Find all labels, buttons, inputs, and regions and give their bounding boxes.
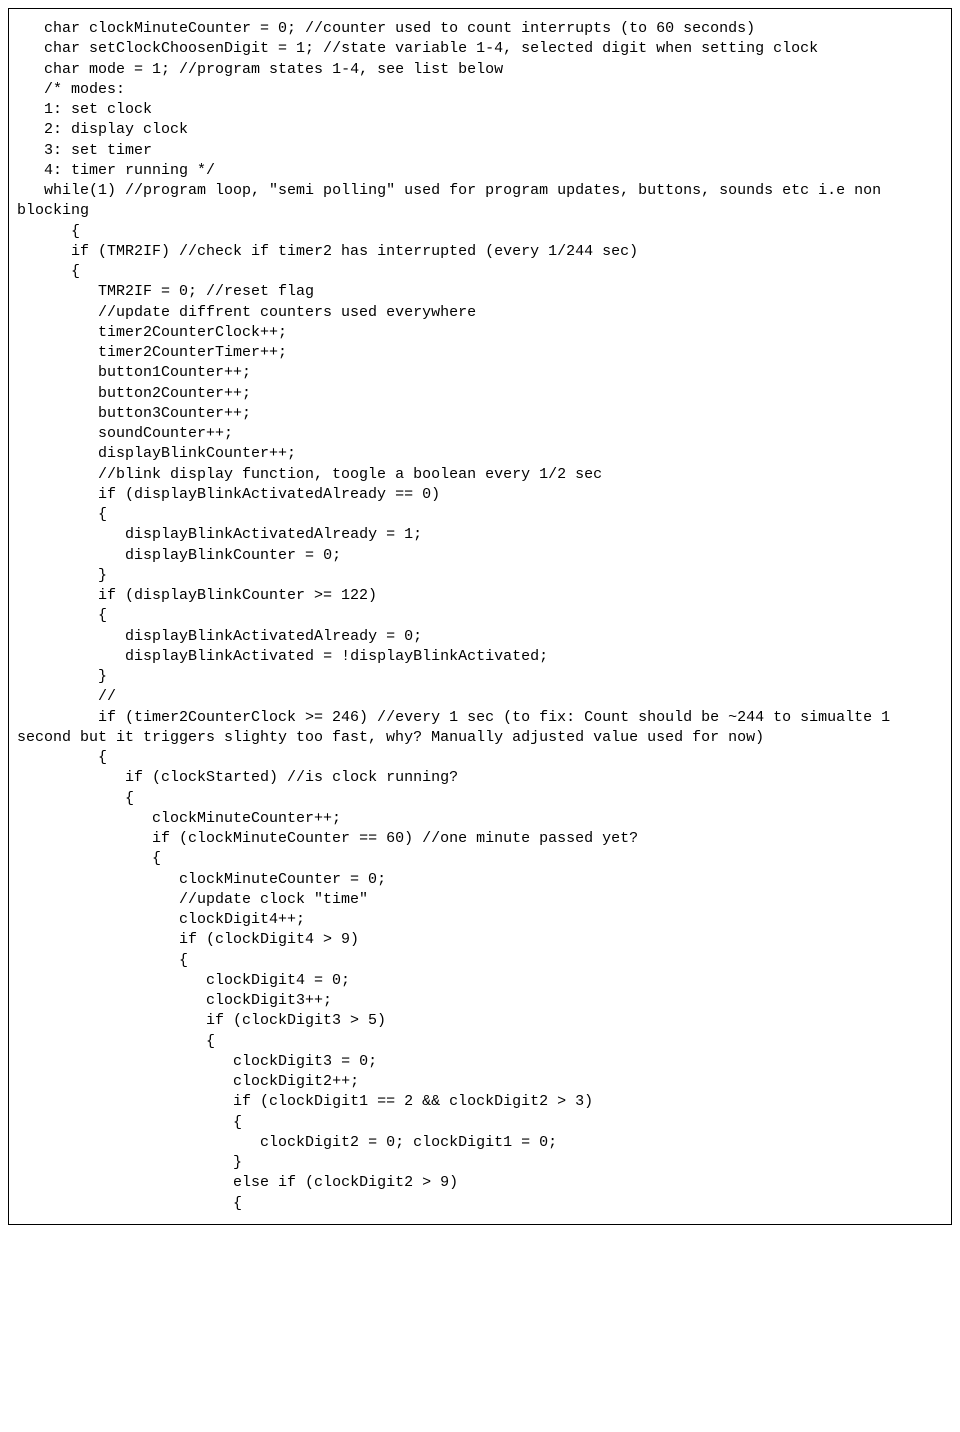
- code-line: char mode = 1; //program states 1-4, see…: [17, 60, 943, 80]
- code-line: {: [17, 849, 943, 869]
- code-line: /* modes:: [17, 80, 943, 100]
- code-line: {: [17, 1194, 943, 1214]
- code-line: 3: set timer: [17, 141, 943, 161]
- code-line: else if (clockDigit2 > 9): [17, 1173, 943, 1193]
- code-line: if (TMR2IF) //check if timer2 has interr…: [17, 242, 943, 262]
- code-line: clockDigit2++;: [17, 1072, 943, 1092]
- code-line: displayBlinkActivated = !displayBlinkAct…: [17, 647, 943, 667]
- code-line: {: [17, 262, 943, 282]
- code-line: //update clock "time": [17, 890, 943, 910]
- code-line: if (displayBlinkActivatedAlready == 0): [17, 485, 943, 505]
- code-line: button3Counter++;: [17, 404, 943, 424]
- code-line: if (clockDigit3 > 5): [17, 1011, 943, 1031]
- code-line: clockDigit4 = 0;: [17, 971, 943, 991]
- code-line: {: [17, 505, 943, 525]
- code-line: timer2CounterClock++;: [17, 323, 943, 343]
- code-line: if (clockDigit4 > 9): [17, 930, 943, 950]
- code-line: button2Counter++;: [17, 384, 943, 404]
- code-line: displayBlinkCounter = 0;: [17, 546, 943, 566]
- code-line: {: [17, 1113, 943, 1133]
- code-line: 4: timer running */: [17, 161, 943, 181]
- code-line: clockMinuteCounter++;: [17, 809, 943, 829]
- code-line: displayBlinkActivatedAlready = 0;: [17, 627, 943, 647]
- code-line: {: [17, 789, 943, 809]
- code-line: if (timer2CounterClock >= 246) //every 1…: [17, 708, 943, 749]
- code-line: timer2CounterTimer++;: [17, 343, 943, 363]
- code-line: }: [17, 1153, 943, 1173]
- code-line: soundCounter++;: [17, 424, 943, 444]
- code-line: 2: display clock: [17, 120, 943, 140]
- code-line: {: [17, 748, 943, 768]
- code-line: if (clockDigit1 == 2 && clockDigit2 > 3): [17, 1092, 943, 1112]
- code-line: clockDigit2 = 0; clockDigit1 = 0;: [17, 1133, 943, 1153]
- code-line: if (displayBlinkCounter >= 122): [17, 586, 943, 606]
- code-line: 1: set clock: [17, 100, 943, 120]
- code-line: }: [17, 566, 943, 586]
- code-line: {: [17, 1032, 943, 1052]
- code-line: {: [17, 951, 943, 971]
- code-line: clockMinuteCounter = 0;: [17, 870, 943, 890]
- code-line: }: [17, 667, 943, 687]
- code-line: TMR2IF = 0; //reset flag: [17, 282, 943, 302]
- code-line: {: [17, 222, 943, 242]
- code-line: while(1) //program loop, "semi polling" …: [17, 181, 943, 222]
- code-line: {: [17, 606, 943, 626]
- code-line: clockDigit4++;: [17, 910, 943, 930]
- code-line: clockDigit3++;: [17, 991, 943, 1011]
- code-line: char setClockChoosenDigit = 1; //state v…: [17, 39, 943, 59]
- code-line: char clockMinuteCounter = 0; //counter u…: [17, 19, 943, 39]
- code-line: if (clockStarted) //is clock running?: [17, 768, 943, 788]
- code-line: displayBlinkCounter++;: [17, 444, 943, 464]
- code-line: button1Counter++;: [17, 363, 943, 383]
- code-line: //blink display function, toogle a boole…: [17, 465, 943, 485]
- code-line: if (clockMinuteCounter == 60) //one minu…: [17, 829, 943, 849]
- code-line: clockDigit3 = 0;: [17, 1052, 943, 1072]
- code-line: //: [17, 687, 943, 707]
- code-line: displayBlinkActivatedAlready = 1;: [17, 525, 943, 545]
- code-block: char clockMinuteCounter = 0; //counter u…: [8, 8, 952, 1225]
- code-line: //update diffrent counters used everywhe…: [17, 303, 943, 323]
